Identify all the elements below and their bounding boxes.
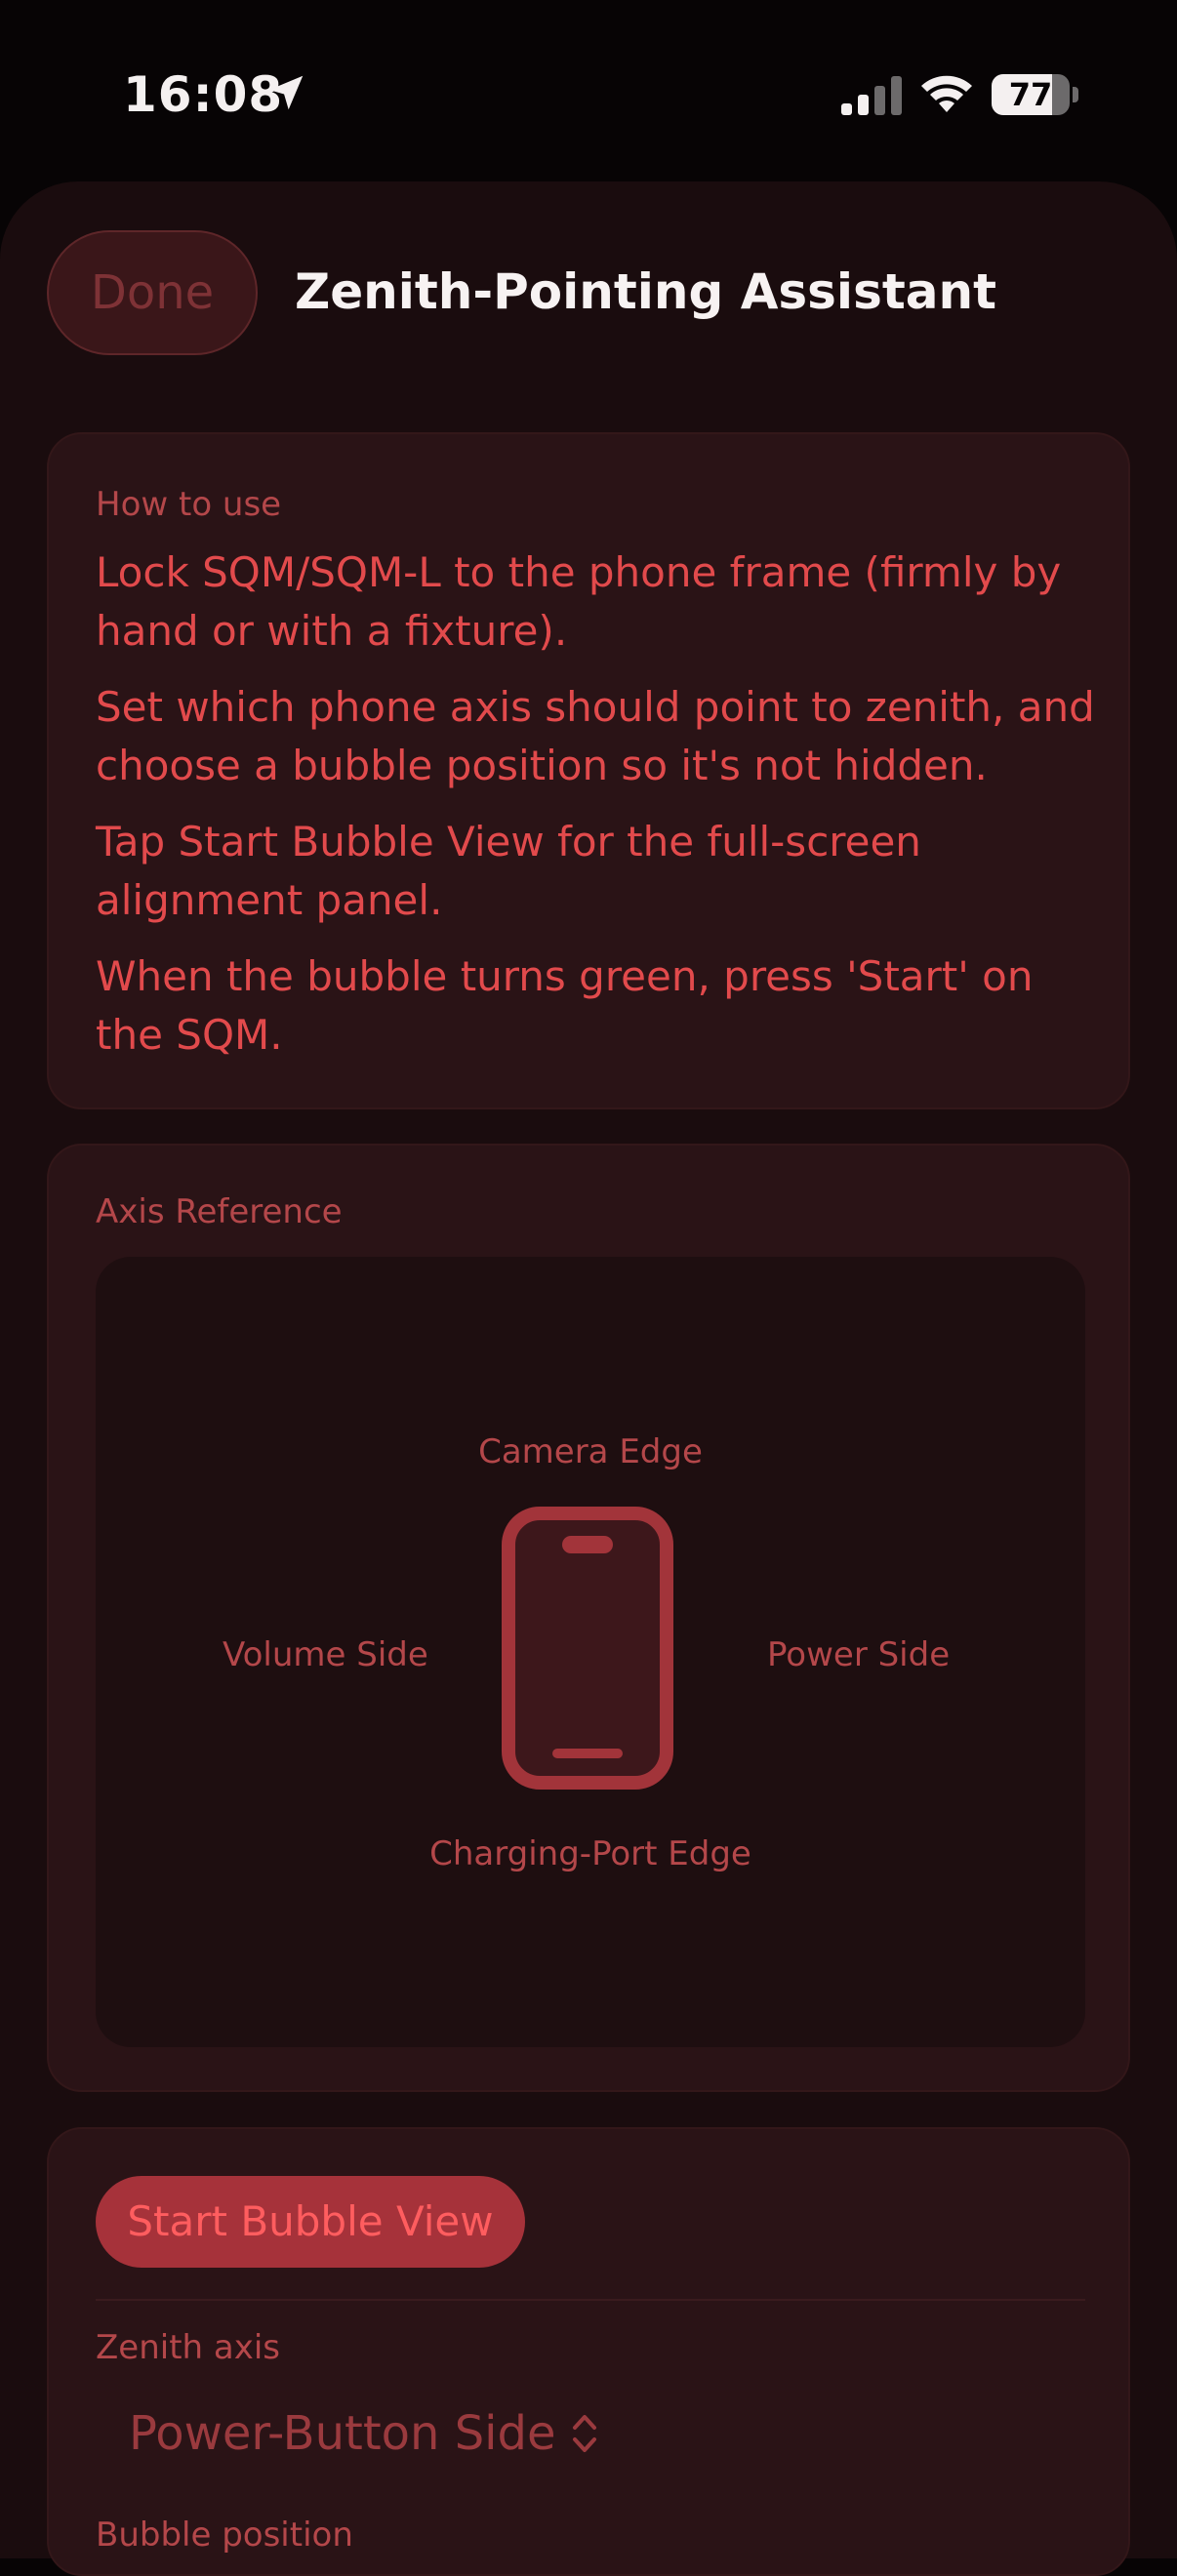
- howto-step: When the bubble turns green, press 'Star…: [96, 952, 1034, 1059]
- chevron-up-down-icon: [572, 2415, 596, 2452]
- zenith-axis-label: Zenith axis: [96, 2328, 281, 2367]
- howto-step: Tap Start Bubble View for the full-scree…: [96, 818, 921, 924]
- howto-step: Set which phone axis should point to zen…: [96, 683, 1095, 789]
- zenith-axis-select[interactable]: Power-Button Side: [129, 2395, 599, 2473]
- howto-heading: How to use: [96, 485, 282, 524]
- howto-steps: Lock SQM/SQM-L to the phone frame (firml…: [96, 543, 1101, 1082]
- phone-outline-icon: [502, 1507, 673, 1790]
- done-button[interactable]: Done: [47, 230, 258, 355]
- status-time: 16:08: [123, 66, 284, 123]
- bubble-position-label: Bubble position: [96, 2516, 353, 2555]
- location-arrow-icon: [268, 75, 304, 110]
- wifi-icon: [921, 75, 972, 112]
- zenith-axis-value: Power-Button Side: [129, 2406, 556, 2461]
- howto-card: How to use Lock SQM/SQM-L to the phone f…: [47, 432, 1130, 1109]
- axis-diagram: Camera Edge Volume Side Power Side Charg…: [96, 1257, 1085, 2047]
- start-bubble-view-button[interactable]: Start Bubble View: [96, 2176, 525, 2268]
- controls-card: Start Bubble View Zenith axis Power-Butt…: [47, 2127, 1130, 2576]
- howto-step: Lock SQM/SQM-L to the phone frame (firml…: [96, 548, 1062, 655]
- battery-level: 77: [1008, 76, 1053, 113]
- axis-reference-heading: Axis Reference: [96, 1192, 343, 1231]
- status-bar: 16:08 77: [0, 0, 1177, 185]
- camera-edge-label: Camera Edge: [478, 1432, 703, 1471]
- axis-reference-card: Axis Reference Camera Edge Volume Side P…: [47, 1144, 1130, 2092]
- cellular-signal-icon: [841, 76, 902, 115]
- page-title: Zenith-Pointing Assistant: [295, 263, 996, 320]
- charging-port-edge-label: Charging-Port Edge: [429, 1834, 751, 1873]
- power-side-label: Power Side: [767, 1635, 951, 1674]
- battery-cap: [1073, 87, 1078, 102]
- battery-icon: 77: [992, 74, 1070, 115]
- volume-side-label: Volume Side: [223, 1635, 428, 1674]
- divider: [96, 2299, 1085, 2301]
